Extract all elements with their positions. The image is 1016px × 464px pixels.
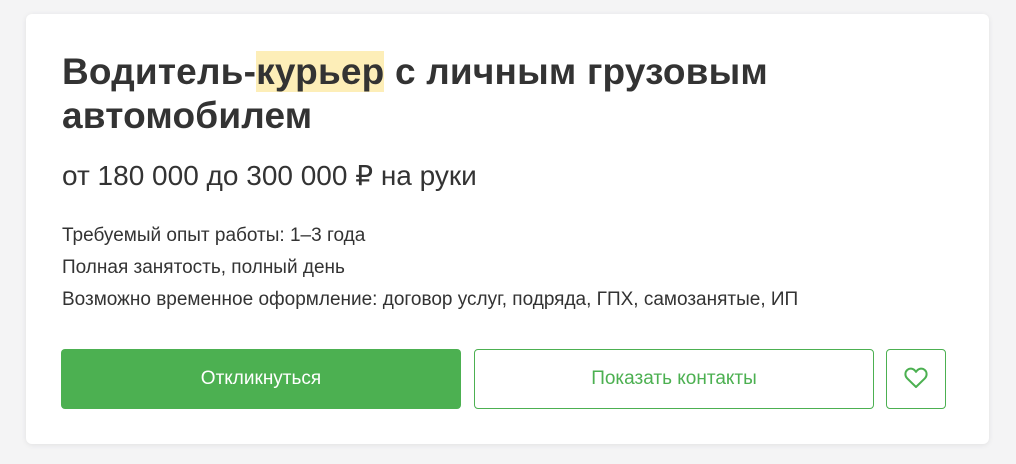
show-contacts-button[interactable]: Показать контакты xyxy=(474,349,874,409)
title-highlight: курьер xyxy=(256,51,385,92)
vacancy-title: Водитель-курьер с личным грузовым автомо… xyxy=(62,50,882,138)
vacancy-card: Водитель-курьер с личным грузовым автомо… xyxy=(26,14,989,444)
title-prefix: Водитель- xyxy=(62,51,257,92)
salary: от 180 000 до 300 000 ₽ на руки xyxy=(62,160,477,191)
employment-type: Полная занятость, полный день xyxy=(62,257,345,278)
respond-button[interactable]: Откликнуться xyxy=(61,349,461,409)
favorite-button[interactable] xyxy=(886,349,946,409)
heart-icon xyxy=(904,367,928,392)
vacancy-details: Требуемый опыт работы: 1–3 года Полная з… xyxy=(62,220,798,316)
experience-requirement: Требуемый опыт работы: 1–3 года xyxy=(62,225,366,246)
contract-options: Возможно временное оформление: договор у… xyxy=(62,289,799,310)
